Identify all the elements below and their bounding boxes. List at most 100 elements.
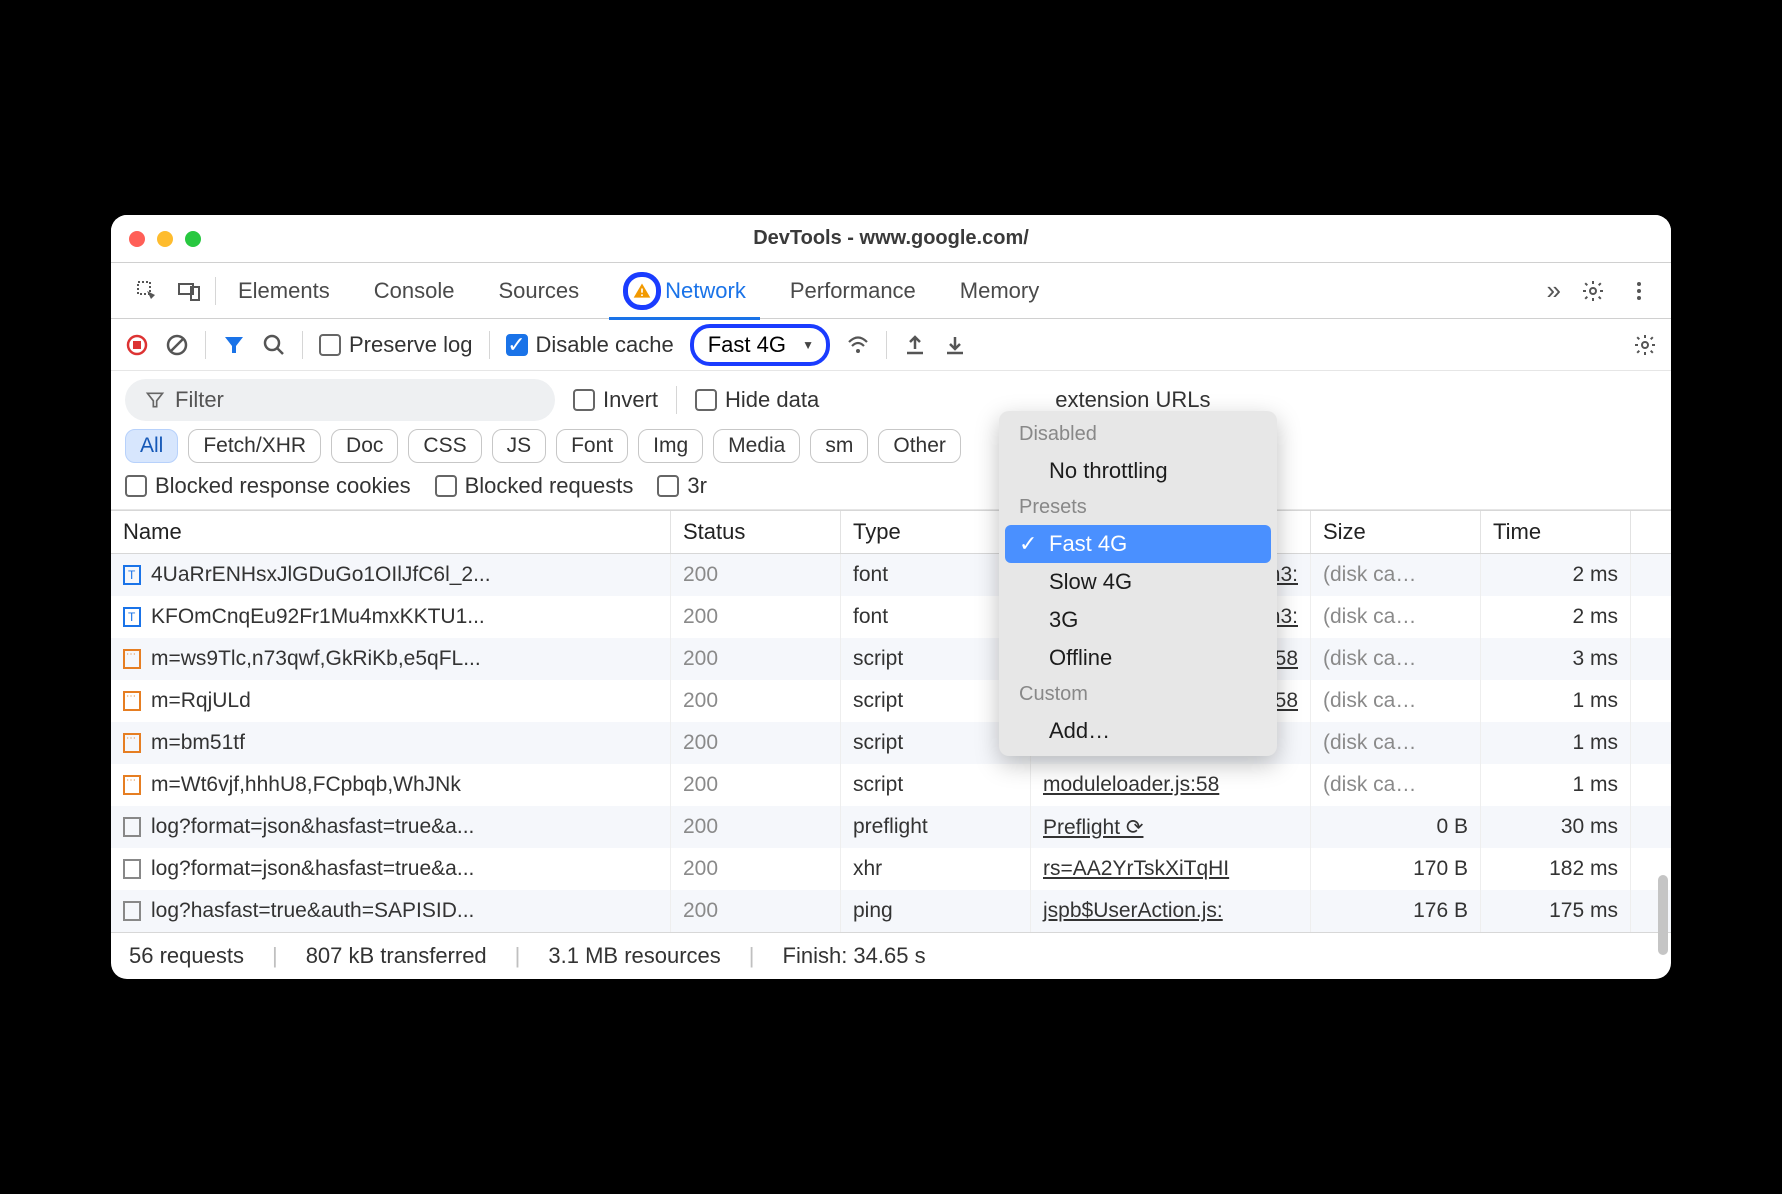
request-size: (disk ca… bbox=[1311, 596, 1481, 638]
request-initiator[interactable]: 58 bbox=[1275, 689, 1298, 713]
third-party-label: 3r bbox=[687, 473, 707, 499]
filter-input[interactable]: Filter bbox=[125, 379, 555, 421]
tab-sources[interactable]: Sources bbox=[476, 263, 601, 319]
record-button[interactable] bbox=[125, 333, 149, 357]
dropdown-item-add-[interactable]: Add… bbox=[1005, 712, 1271, 750]
tab-label: Sources bbox=[498, 278, 579, 304]
clear-button[interactable] bbox=[165, 333, 189, 357]
tab-label: Performance bbox=[790, 278, 916, 304]
hide-data-label: Hide data bbox=[725, 387, 819, 413]
request-type-filter: All Fetch/XHR Doc CSS JS Font Img Mediasm Other bbox=[125, 429, 1657, 463]
request-size: (disk ca… bbox=[1311, 638, 1481, 680]
main-tabstrip: Elements Console Sources Network Performance… bbox=[111, 263, 1671, 319]
invert-checkbox[interactable]: Invert bbox=[573, 387, 658, 413]
type-pill-img[interactable]: Img bbox=[638, 429, 703, 463]
filterbar: Filter Invert Hide data extension URLs A… bbox=[111, 371, 1671, 510]
request-time: 1 ms bbox=[1481, 764, 1631, 806]
request-initiator[interactable]: 58 bbox=[1275, 647, 1298, 671]
request-type: preflight bbox=[841, 806, 1031, 848]
disable-cache-label: Disable cache bbox=[536, 332, 674, 358]
tab-performance[interactable]: Performance bbox=[768, 263, 938, 319]
table-row[interactable]: log?hasfast=true&auth=SAPISID...200pingj… bbox=[111, 890, 1671, 932]
dropdown-item-3g[interactable]: 3G bbox=[1005, 601, 1271, 639]
table-row[interactable]: log?format=json&hasfast=true&a...200pref… bbox=[111, 806, 1671, 848]
type-pill-font[interactable]: Font bbox=[556, 429, 628, 463]
disable-cache-checkbox[interactable]: ✓ Disable cache bbox=[506, 332, 674, 358]
third-party-checkbox[interactable]: 3r bbox=[657, 473, 707, 499]
hide-data-urls-checkbox[interactable]: Hide data bbox=[695, 387, 819, 413]
request-initiator[interactable]: Preflight ⟳ bbox=[1043, 815, 1143, 840]
request-time: 1 ms bbox=[1481, 680, 1631, 722]
table-row[interactable]: m=bm51tf200scriptmoduleloader.js:58(disk… bbox=[111, 722, 1671, 764]
request-name: log?hasfast=true&auth=SAPISID... bbox=[151, 899, 474, 923]
request-time: 1 ms bbox=[1481, 722, 1631, 764]
tab-label: Console bbox=[374, 278, 455, 304]
request-initiator[interactable]: jspb$UserAction.js: bbox=[1043, 899, 1223, 923]
request-name: m=RqjULd bbox=[151, 689, 251, 713]
close-window-button[interactable] bbox=[129, 231, 145, 247]
column-header[interactable]: Time bbox=[1481, 511, 1631, 553]
more-tabs-icon[interactable]: » bbox=[1537, 275, 1571, 306]
filter-toggle-icon[interactable] bbox=[222, 333, 246, 357]
minimize-window-button[interactable] bbox=[157, 231, 173, 247]
blocked-requests-checkbox[interactable]: Blocked requests bbox=[435, 473, 634, 499]
type-pill-media[interactable]: Media bbox=[713, 429, 800, 463]
column-header[interactable]: Size bbox=[1311, 511, 1481, 553]
divider bbox=[205, 331, 206, 359]
dropdown-item-fast-4g[interactable]: Fast 4G bbox=[1005, 525, 1271, 563]
tab-console[interactable]: Console bbox=[352, 263, 477, 319]
table-row[interactable]: m=Wt6vjf,hhhU8,FCpbqb,WhJNk200scriptmodu… bbox=[111, 764, 1671, 806]
request-time: 182 ms bbox=[1481, 848, 1631, 890]
settings-gear-icon[interactable] bbox=[1581, 279, 1605, 303]
doc-file-icon bbox=[123, 901, 141, 921]
column-header[interactable]: Name bbox=[111, 511, 671, 553]
inspect-element-icon[interactable] bbox=[135, 279, 159, 303]
type-pill-fetchxhr[interactable]: Fetch/XHR bbox=[188, 429, 321, 463]
type-pill-js[interactable]: JS bbox=[492, 429, 547, 463]
table-row[interactable]: m=RqjULd200script58(disk ca…1 ms bbox=[111, 680, 1671, 722]
tab-elements[interactable]: Elements bbox=[216, 263, 352, 319]
dropdown-group-label: Custom bbox=[1005, 677, 1271, 712]
type-pill-all[interactable]: All bbox=[125, 429, 178, 463]
request-time: 175 ms bbox=[1481, 890, 1631, 932]
network-conditions-icon[interactable] bbox=[846, 333, 870, 357]
import-har-icon[interactable] bbox=[943, 333, 967, 357]
request-name: m=bm51tf bbox=[151, 731, 245, 755]
device-toolbar-icon[interactable] bbox=[177, 279, 201, 303]
kebab-menu-icon[interactable] bbox=[1627, 279, 1651, 303]
request-time: 2 ms bbox=[1481, 596, 1631, 638]
search-icon[interactable] bbox=[262, 333, 286, 357]
table-row[interactable]: KFOmCnqEu92Fr1Mu4mxKKTU1...200fontn3:(di… bbox=[111, 596, 1671, 638]
column-header[interactable]: Status bbox=[671, 511, 841, 553]
extension-urls-label: extension URLs bbox=[1055, 387, 1210, 413]
table-row[interactable]: 4UaRrENHsxJlGDuGo1OIlJfC6l_2...200fontn3… bbox=[111, 554, 1671, 596]
dropdown-item-offline[interactable]: Offline bbox=[1005, 639, 1271, 677]
table-row[interactable]: log?format=json&hasfast=true&a...200xhrr… bbox=[111, 848, 1671, 890]
throttling-select[interactable]: Fast 4G bbox=[690, 324, 830, 366]
throttling-dropdown[interactable]: DisabledNo throttlingPresetsFast 4GSlow … bbox=[999, 411, 1277, 756]
type-pill-sm[interactable]: sm bbox=[810, 429, 868, 463]
tab-memory[interactable]: Memory bbox=[938, 263, 1061, 319]
tab-network[interactable]: Network bbox=[601, 263, 768, 319]
request-size: 170 B bbox=[1311, 848, 1481, 890]
network-settings-gear-icon[interactable] bbox=[1633, 333, 1657, 357]
request-initiator[interactable]: moduleloader.js:58 bbox=[1043, 773, 1219, 797]
status-resources: 3.1 MB resources bbox=[548, 943, 720, 969]
request-initiator[interactable]: rs=AA2YrTskXiTqHI bbox=[1043, 857, 1229, 881]
window-title: DevTools - www.google.com/ bbox=[111, 227, 1671, 250]
request-name: log?format=json&hasfast=true&a... bbox=[151, 857, 474, 881]
export-har-icon[interactable] bbox=[903, 333, 927, 357]
table-row[interactable]: m=ws9Tlc,n73qwf,GkRiKb,e5qFL...200script… bbox=[111, 638, 1671, 680]
type-pill-other[interactable]: Other bbox=[878, 429, 961, 463]
funnel-icon bbox=[145, 390, 165, 410]
maximize-window-button[interactable] bbox=[185, 231, 201, 247]
dropdown-item-no-throttling[interactable]: No throttling bbox=[1005, 452, 1271, 490]
blocked-response-cookies-checkbox[interactable]: Blocked response cookies bbox=[125, 473, 411, 499]
request-status: 200 bbox=[671, 764, 841, 806]
type-pill-doc[interactable]: Doc bbox=[331, 429, 398, 463]
preserve-log-checkbox[interactable]: Preserve log bbox=[319, 332, 473, 358]
dropdown-item-slow-4g[interactable]: Slow 4G bbox=[1005, 563, 1271, 601]
type-pill-css[interactable]: CSS bbox=[408, 429, 481, 463]
scrollbar-thumb[interactable] bbox=[1658, 875, 1668, 955]
blocked-requests-label: Blocked requests bbox=[465, 473, 634, 499]
